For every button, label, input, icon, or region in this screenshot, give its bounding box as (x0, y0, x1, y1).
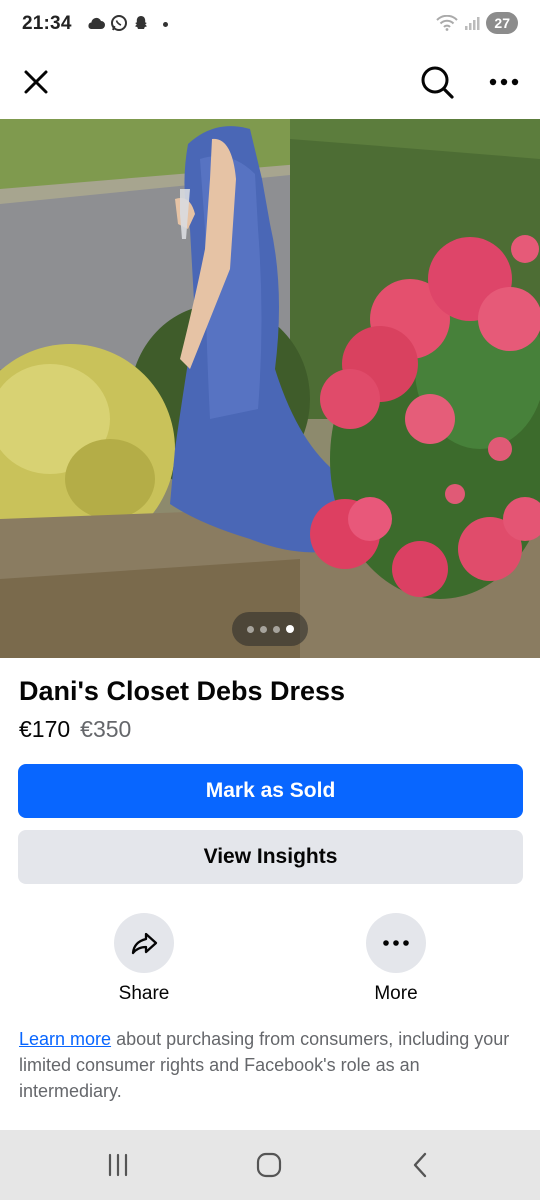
share-icon (131, 932, 158, 955)
share-label: Share (118, 983, 170, 1004)
photo-pager (232, 612, 308, 646)
notification-dot (163, 22, 168, 27)
close-button[interactable] (14, 60, 58, 104)
pager-dot-active (285, 625, 294, 633)
view-insights-button[interactable]: View Insights (18, 830, 523, 884)
snapchat-icon (135, 16, 147, 29)
status-time: 21:34 (22, 13, 72, 34)
recents-icon (108, 1153, 128, 1177)
listing-photo[interactable] (0, 119, 540, 658)
notification-icons (86, 14, 150, 32)
close-icon (24, 70, 48, 94)
price-row: €170 €350 (19, 716, 131, 743)
system-status: 27 (436, 12, 518, 34)
whatsapp-icon (111, 15, 127, 31)
dress-photo-illustration (0, 119, 540, 658)
more-options-button[interactable] (482, 60, 526, 104)
cloud-icon (88, 17, 105, 29)
back-button[interactable] (400, 1148, 440, 1182)
listing-title: Dani's Closet Debs Dress (19, 676, 346, 706)
share-button[interactable]: Share (99, 913, 189, 1005)
share-icon-circle (114, 913, 174, 973)
original-price: €350 (80, 716, 132, 742)
pager-dot (272, 625, 280, 633)
more-label: More (374, 983, 418, 1004)
system-nav-bar (0, 1130, 540, 1200)
signal-icon (465, 17, 480, 30)
top-nav (0, 50, 540, 112)
pager-dot (246, 625, 254, 633)
home-button[interactable] (249, 1148, 289, 1182)
search-button[interactable] (415, 60, 459, 104)
consumer-disclaimer: Learn more about purchasing from consume… (19, 1026, 524, 1104)
listing-price: €170 (19, 716, 71, 742)
learn-more-link[interactable]: Learn more (19, 1029, 111, 1049)
mark-as-sold-button[interactable]: Mark as Sold (18, 764, 523, 818)
more-button[interactable]: More (351, 913, 441, 1005)
recents-button[interactable] (98, 1148, 138, 1182)
back-icon (413, 1152, 427, 1178)
home-icon (256, 1152, 282, 1178)
status-bar: 21:34 27 (0, 0, 540, 50)
wifi-icon (436, 15, 459, 31)
pager-dot (259, 625, 267, 633)
search-icon (421, 66, 454, 99)
battery-indicator: 27 (486, 12, 518, 34)
more-horizontal-icon (489, 78, 519, 86)
more-icon-circle (366, 913, 426, 973)
more-horizontal-icon (383, 940, 409, 946)
